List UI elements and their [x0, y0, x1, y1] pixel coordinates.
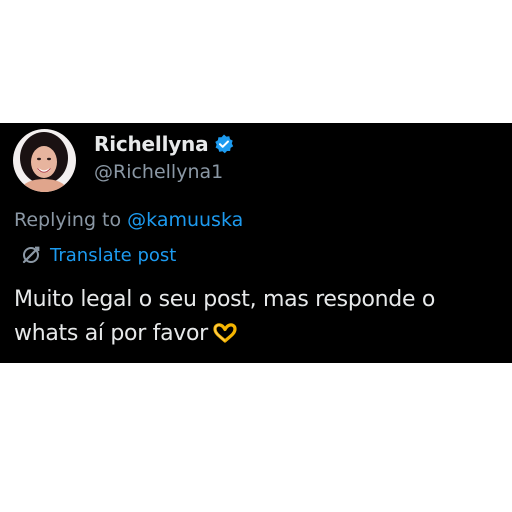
user-handle[interactable]: @Richellyna1 [94, 161, 223, 183]
replying-to-link[interactable]: @kamuuska [127, 209, 243, 231]
translate-post-button[interactable]: Translate post [20, 244, 176, 266]
display-name-row[interactable]: Richellyna [94, 132, 235, 156]
heart-hands-emoji [212, 321, 238, 355]
post-text-line-2: whats aí por favor [14, 317, 512, 355]
post-text-line-1: Muito legal o seu post, mas responde o [14, 287, 436, 312]
post-text: Muito legal o seu post, mas responde o w… [14, 283, 512, 355]
translate-post-label[interactable]: Translate post [50, 245, 176, 266]
replying-to-label: Replying to [14, 209, 128, 231]
verified-badge-icon [213, 133, 235, 155]
avatar[interactable] [13, 129, 76, 192]
translate-icon [20, 244, 42, 266]
display-name[interactable]: Richellyna [94, 132, 209, 156]
post-text-line-2-text: whats aí por favor [14, 321, 208, 346]
post-card: Richellyna @Richellyna1 Replying to @kam… [0, 123, 512, 363]
replying-to: Replying to @kamuuska [14, 209, 243, 231]
